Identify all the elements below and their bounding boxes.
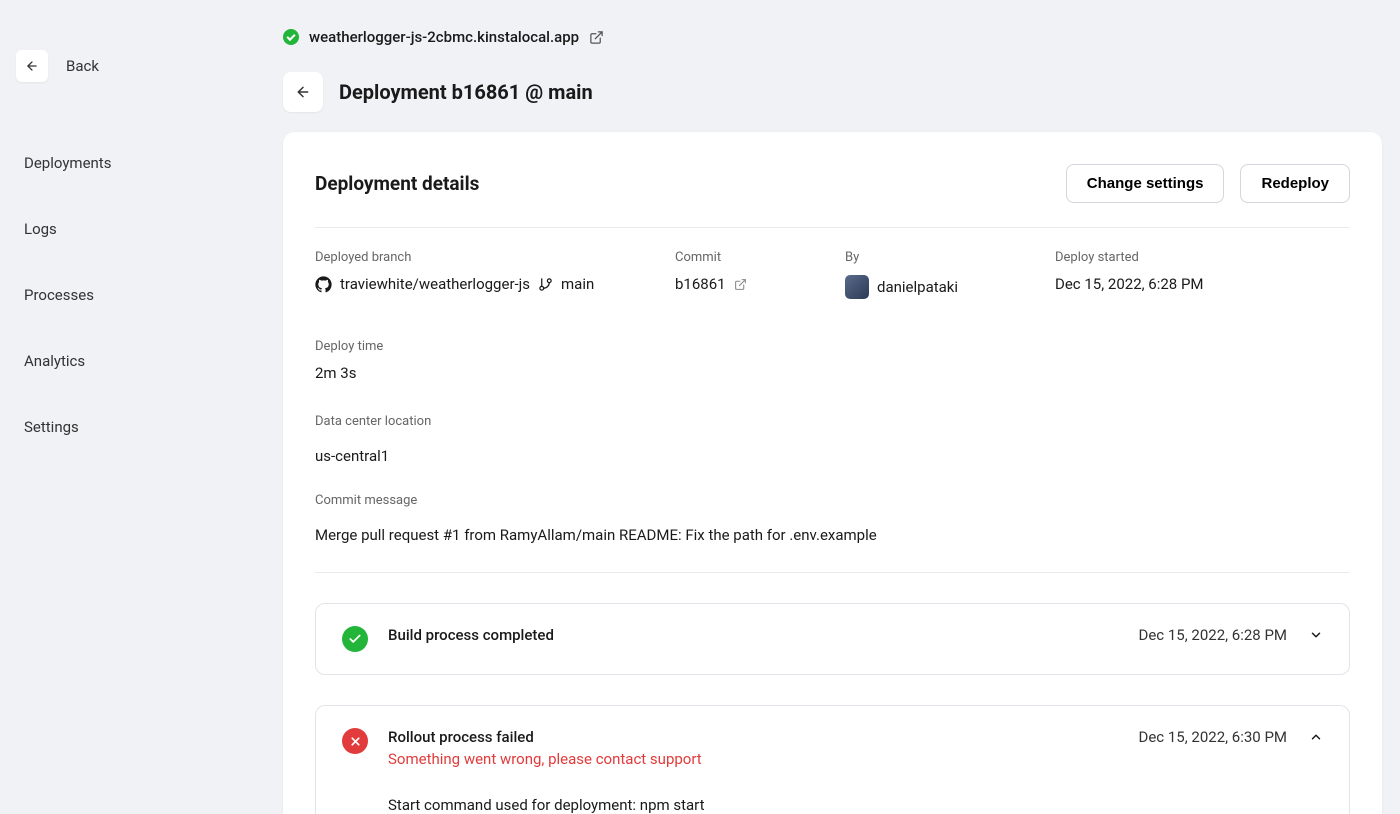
commit-message: Merge pull request #1 from RamyAllam/mai… [315, 526, 1350, 544]
branch-name: main [561, 275, 594, 293]
datacenter-value: us-central1 [315, 447, 1350, 465]
branch-label: Deployed branch [315, 250, 635, 265]
page-title-row: Deployment b16861 @ main [283, 72, 1382, 112]
commit-message-label: Commit message [315, 493, 1350, 508]
build-process-card[interactable]: Build process completed Dec 15, 2022, 6:… [315, 603, 1350, 675]
by-label: By [845, 250, 1015, 265]
app-url-row: weatherlogger-js-2cbmc.kinstalocal.app [283, 28, 1382, 46]
check-circle-icon [342, 626, 368, 652]
build-timestamp: Dec 15, 2022, 6:28 PM [1139, 626, 1288, 644]
datacenter-label: Data center location [315, 414, 1350, 429]
back-to-deployments-button[interactable] [283, 72, 323, 112]
back-button[interactable]: Back [16, 50, 265, 82]
started-label: Deploy started [1055, 250, 1265, 265]
external-link-icon[interactable] [734, 278, 747, 291]
rollout-error: Something went wrong, please contact sup… [388, 750, 702, 768]
commit-hash: b16861 [675, 275, 726, 293]
section-title: Deployment details [315, 172, 479, 195]
github-icon [315, 276, 332, 293]
status-ok-icon [283, 29, 299, 45]
started-value: Dec 15, 2022, 6:28 PM [1055, 275, 1265, 293]
external-link-icon[interactable] [589, 30, 604, 45]
arrow-left-icon [16, 50, 48, 82]
sidebar-item-settings[interactable]: Settings [16, 404, 265, 450]
sidebar-item-analytics[interactable]: Analytics [16, 338, 265, 384]
sidebar-item-processes[interactable]: Processes [16, 272, 265, 318]
rollout-title: Rollout process failed [388, 728, 702, 746]
time-label: Deploy time [315, 339, 383, 354]
change-settings-button[interactable]: Change settings [1066, 164, 1225, 203]
app-url-link[interactable]: weatherlogger-js-2cbmc.kinstalocal.app [309, 28, 579, 46]
avatar [845, 275, 869, 299]
repo-name: traviewhite/weatherlogger-js [340, 275, 530, 293]
main-content: weatherlogger-js-2cbmc.kinstalocal.app D… [265, 0, 1400, 814]
x-circle-icon [342, 728, 368, 754]
back-label: Back [66, 57, 99, 75]
rollout-process-card[interactable]: Rollout process failed Something went wr… [315, 705, 1350, 814]
build-title: Build process completed [388, 626, 554, 644]
redeploy-button[interactable]: Redeploy [1240, 164, 1350, 203]
divider [315, 572, 1350, 573]
time-value: 2m 3s [315, 364, 383, 382]
commit-label: Commit [675, 250, 805, 265]
git-branch-icon [538, 277, 553, 292]
page-title: Deployment b16861 @ main [339, 80, 593, 104]
deployment-details-card: Deployment details Change settings Redep… [283, 132, 1382, 814]
card-header: Deployment details Change settings Redep… [315, 164, 1350, 228]
rollout-timestamp: Dec 15, 2022, 6:30 PM [1139, 728, 1288, 746]
start-command: Start command used for deployment: npm s… [388, 796, 1323, 814]
sidebar-item-logs[interactable]: Logs [16, 206, 265, 252]
chevron-down-icon[interactable] [1309, 628, 1323, 642]
sidebar: Back Deployments Logs Processes Analytic… [0, 0, 265, 814]
chevron-up-icon[interactable] [1309, 730, 1323, 744]
author-name: danielpataki [877, 278, 958, 296]
sidebar-item-deployments[interactable]: Deployments [16, 140, 265, 186]
